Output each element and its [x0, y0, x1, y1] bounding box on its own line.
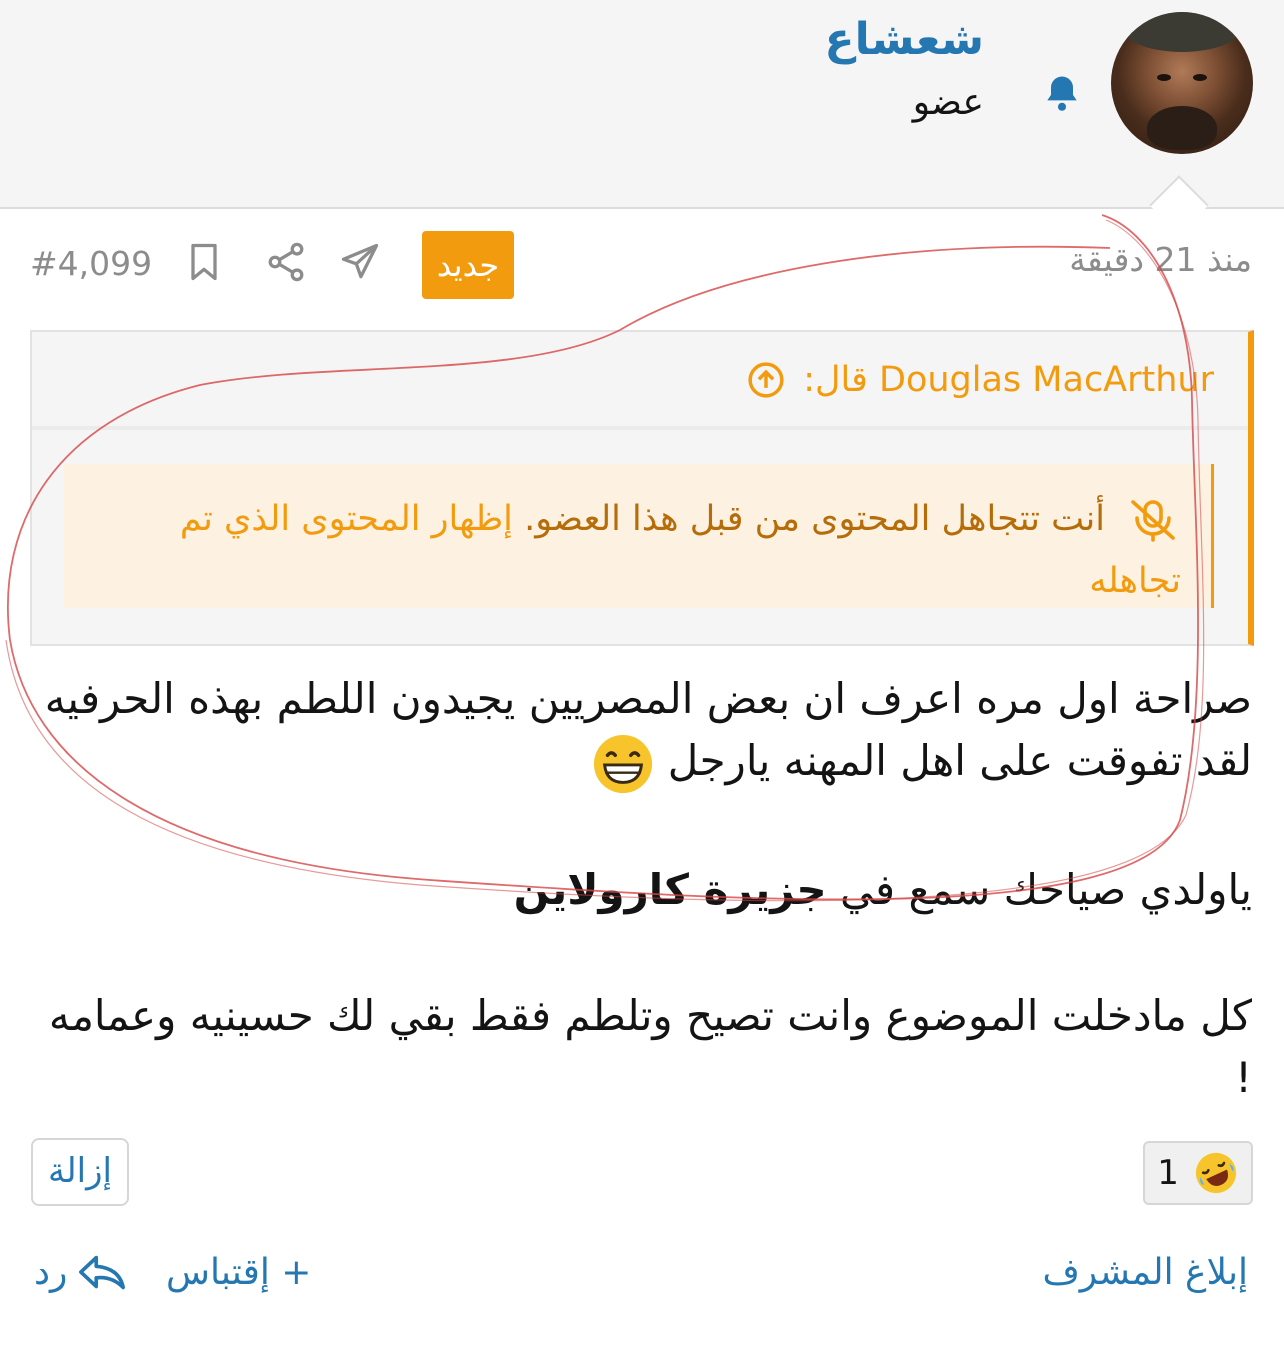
quote-label: + إقتباس: [166, 1252, 312, 1293]
post-body: صراحة اول مره اعرف ان بعض المصريين يجيدو…: [30, 668, 1252, 1109]
grin-emoji-icon: [594, 734, 653, 793]
quote-author[interactable]: Douglas MacArthur قال:: [747, 360, 1214, 400]
post-paragraph-1: صراحة اول مره اعرف ان بعض المصريين يجيدو…: [30, 668, 1252, 795]
quote-divider: [32, 426, 1248, 430]
bell-icon[interactable]: [1040, 70, 1084, 116]
post-paragraph-3: كل مادخلت الموضوع وانت تصيح وتلطم فقط بق…: [48, 990, 1252, 1102]
reply-icon: [79, 1255, 126, 1289]
reaction-count: 1: [1157, 1153, 1179, 1193]
share-icon[interactable]: [264, 240, 308, 284]
muted-mic-icon: [1131, 500, 1175, 542]
report-label: إبلاغ المشرف: [1042, 1252, 1248, 1293]
quote-block: Douglas MacArthur قال: أنت تتجاهل المحتو…: [30, 330, 1254, 646]
user-avatar[interactable]: [1111, 12, 1253, 154]
username[interactable]: شعشاع: [825, 14, 984, 65]
post-timestamp[interactable]: منذ 21 دقيقة: [1069, 240, 1252, 279]
reply-button[interactable]: رد: [34, 1252, 127, 1293]
bold-place-name: جزيرة كارولاين: [513, 864, 827, 914]
telegram-share-icon[interactable]: [338, 240, 382, 284]
report-link[interactable]: إبلاغ المشرف: [1042, 1252, 1248, 1293]
post-header: [0, 0, 1284, 209]
quote-button[interactable]: + إقتباس: [166, 1252, 311, 1293]
user-title: عضو: [912, 82, 984, 123]
bookmark-icon[interactable]: [182, 240, 226, 284]
remove-reaction-button[interactable]: إزالة: [31, 1138, 129, 1206]
reply-label: رد: [34, 1252, 68, 1293]
go-to-quote-icon[interactable]: [747, 361, 785, 399]
post-paragraph-2: ياولدي صياحك سمع في جزيرة كارولاين: [513, 864, 1252, 914]
post-number[interactable]: #4,099: [30, 244, 152, 283]
new-badge: جديد: [422, 231, 514, 299]
quote-author-label[interactable]: Douglas MacArthur قال:: [803, 360, 1214, 400]
ignored-text: أنت تتجاهل المحتوى من قبل هذا العضو.: [524, 499, 1105, 539]
ignored-content-notice: أنت تتجاهل المحتوى من قبل هذا العضو. إظه…: [64, 464, 1214, 608]
rofl-emoji-icon: [1195, 1152, 1236, 1194]
reaction-summary[interactable]: 1: [1143, 1141, 1253, 1205]
